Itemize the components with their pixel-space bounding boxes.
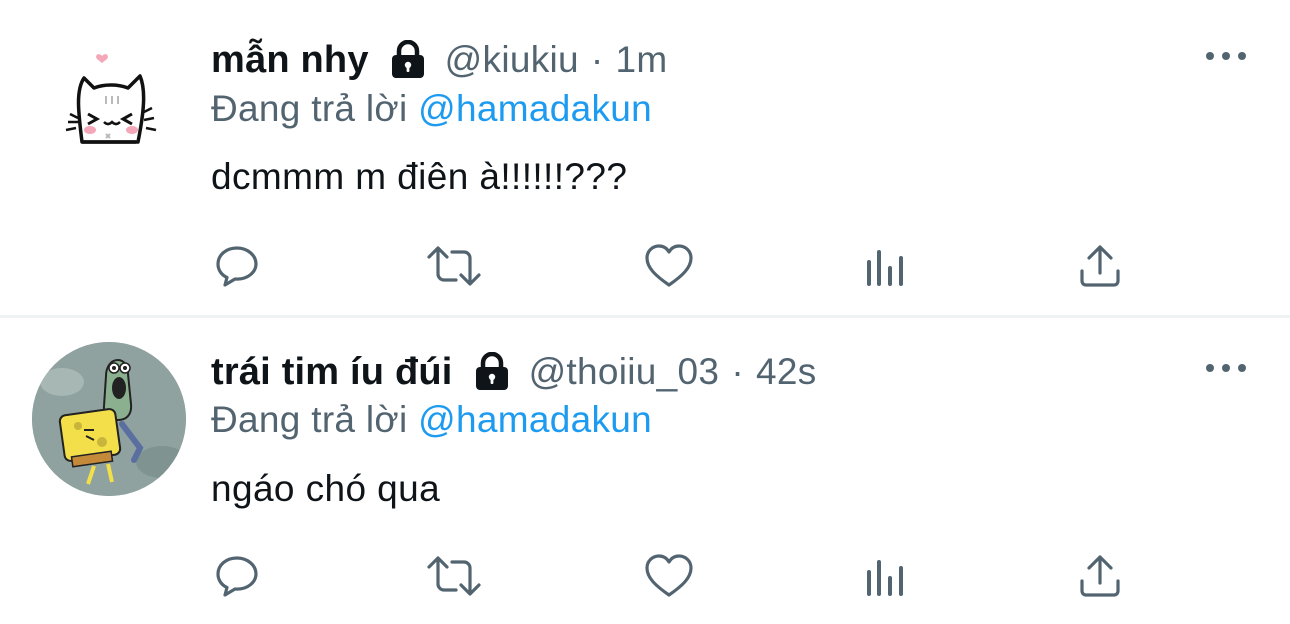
dot — [1222, 364, 1230, 372]
display-name[interactable]: trái tim íu đúi — [211, 351, 453, 394]
display-name[interactable]: mẫn nhy — [211, 39, 369, 82]
reply-icon — [216, 246, 258, 287]
like-icon — [645, 244, 693, 287]
analytics-button[interactable] — [855, 546, 915, 606]
replying-to: Đang trả lời @hamadakun — [211, 88, 652, 130]
tweet-header: mẫn nhy @kiukiu · 1m — [211, 34, 668, 86]
lock-icon — [389, 40, 427, 80]
retweet-icon — [427, 246, 481, 286]
lock-icon — [473, 352, 511, 392]
retweet-icon — [427, 556, 481, 596]
dot — [1206, 364, 1214, 372]
tweet[interactable]: trái tim íu đúi @thoiiu_03 · 42s Đang tr… — [0, 318, 1290, 624]
like-icon — [645, 554, 693, 597]
share-icon — [1080, 245, 1120, 287]
tweet-text: dcmmm m điên à!!!!!!??? — [211, 156, 628, 197]
analytics-icon — [867, 250, 903, 286]
cat-doodle-avatar-image — [65, 54, 157, 144]
retweet-button[interactable] — [424, 236, 484, 296]
timestamp[interactable]: 1m — [616, 39, 668, 81]
dot — [1206, 52, 1214, 60]
dot — [1238, 52, 1246, 60]
cartoon-avatar-image — [32, 342, 186, 496]
timestamp[interactable]: 42s — [756, 351, 817, 393]
handle[interactable]: @kiukiu — [445, 39, 579, 81]
avatar[interactable] — [32, 342, 186, 496]
more-options-button[interactable] — [1206, 358, 1246, 378]
avatar[interactable] — [32, 30, 186, 184]
reply-icon — [216, 556, 258, 597]
tweet[interactable]: mẫn nhy @kiukiu · 1m Đang trả lời @hamad… — [0, 0, 1290, 316]
reply-feed: mẫn nhy @kiukiu · 1m Đang trả lời @hamad… — [0, 0, 1290, 624]
like-button[interactable] — [639, 546, 699, 606]
mention-link[interactable]: @hamadakun — [418, 88, 652, 129]
tweet-text: ngáo chó qua — [211, 468, 441, 509]
share-button[interactable] — [1070, 236, 1130, 296]
analytics-icon — [867, 560, 903, 596]
tweet-header: trái tim íu đúi @thoiiu_03 · 42s — [211, 346, 817, 398]
share-button[interactable] — [1070, 546, 1130, 606]
reply-button[interactable] — [207, 546, 267, 606]
handle[interactable]: @thoiiu_03 — [529, 351, 720, 393]
retweet-button[interactable] — [424, 546, 484, 606]
reply-button[interactable] — [207, 236, 267, 296]
separator: · — [590, 39, 604, 80]
dot — [1222, 52, 1230, 60]
mention-link[interactable]: @hamadakun — [418, 399, 652, 440]
replying-to: Đang trả lời @hamadakun — [211, 399, 652, 441]
tweet-actions — [0, 546, 1290, 606]
share-icon — [1080, 555, 1120, 597]
more-options-button[interactable] — [1206, 46, 1246, 66]
replying-prefix: Đang trả lời — [211, 399, 408, 440]
dot — [1238, 364, 1246, 372]
separator: · — [731, 351, 744, 392]
analytics-button[interactable] — [855, 236, 915, 296]
tweet-actions — [0, 236, 1290, 296]
replying-prefix: Đang trả lời — [211, 88, 408, 129]
like-button[interactable] — [639, 236, 699, 296]
